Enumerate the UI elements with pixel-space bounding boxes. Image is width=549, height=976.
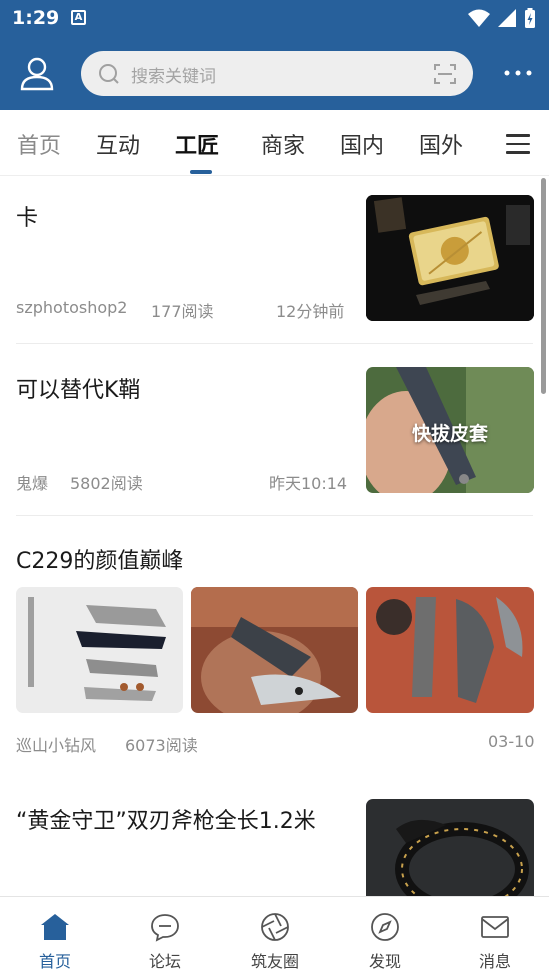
- post-time: 12分钟前: [276, 302, 345, 321]
- search-input[interactable]: 搜索关键词: [81, 51, 473, 96]
- compass-icon: [371, 913, 399, 941]
- nav-messages[interactable]: 消息: [440, 897, 549, 976]
- post-author[interactable]: 巡山小钻风: [16, 732, 96, 756]
- tab-craftsman[interactable]: 工匠: [175, 128, 219, 160]
- tab-interaction[interactable]: 互动: [96, 128, 140, 160]
- more-dots-icon: [504, 70, 532, 76]
- nav-forum[interactable]: 论坛: [110, 897, 220, 976]
- tabs-menu-button[interactable]: [506, 134, 530, 154]
- post-feed[interactable]: 卡 szphotoshop2 177阅读 12分钟前 可以替代K鞘 鬼爆 580…: [0, 176, 549, 896]
- post-title[interactable]: C229的颜值巅峰: [16, 543, 183, 575]
- post-thumbnail[interactable]: 快拔皮套: [366, 367, 534, 493]
- post-gallery-image[interactable]: [191, 587, 358, 713]
- category-tabs: 首页 互动 工匠 商家 国内 国外: [0, 110, 549, 176]
- post-time: 03-10: [488, 732, 535, 751]
- wifi-icon: [467, 9, 490, 27]
- post-reads: 5802阅读: [70, 474, 143, 493]
- post-divider: [16, 343, 533, 344]
- chat-bubble-icon: [151, 914, 179, 942]
- status-time: 1:29: [12, 7, 60, 29]
- notification-icon: A: [71, 10, 86, 25]
- feed-scrollbar[interactable]: [541, 178, 546, 394]
- camera-aperture-icon: [261, 913, 289, 941]
- tab-home[interactable]: 首页: [17, 128, 61, 160]
- app-header: 1:29 A 搜索关键词: [0, 0, 549, 110]
- nav-label: 消息: [478, 952, 511, 971]
- post-gallery-image[interactable]: [366, 587, 534, 713]
- post-gallery-image[interactable]: [16, 587, 183, 713]
- nav-circle[interactable]: 筑友圈: [220, 897, 330, 976]
- signal-icon: [497, 9, 516, 27]
- search-placeholder: 搜索关键词: [131, 67, 216, 87]
- active-tab-indicator: [190, 170, 212, 174]
- more-options-button[interactable]: [500, 62, 536, 84]
- status-icons: [467, 7, 537, 29]
- post-thumbnail[interactable]: [366, 799, 534, 896]
- user-icon: [20, 57, 54, 91]
- tab-merchants[interactable]: 商家: [261, 128, 305, 160]
- nav-home[interactable]: 首页: [0, 897, 110, 976]
- thumbnail-caption: 快拔皮套: [411, 423, 488, 445]
- nav-label: 首页: [38, 952, 71, 971]
- post-divider: [16, 515, 533, 516]
- post-time: 昨天10:14: [269, 474, 348, 493]
- scan-icon: [434, 64, 456, 84]
- envelope-icon: [481, 916, 509, 938]
- nav-discover[interactable]: 发现: [330, 897, 440, 976]
- bottom-navigation: 首页 论坛 筑友圈 发现 消息: [0, 896, 549, 976]
- post-title[interactable]: 可以替代K鞘: [16, 372, 140, 404]
- post-thumbnail[interactable]: [366, 195, 534, 321]
- post-reads: 6073阅读: [125, 736, 198, 755]
- post-author[interactable]: 鬼爆: [16, 470, 48, 494]
- post-title[interactable]: “黄金守卫”双刃斧枪全长1.2米: [16, 803, 316, 835]
- status-bar: 1:29 A: [0, 0, 549, 38]
- profile-button[interactable]: [17, 54, 57, 94]
- nav-label: 发现: [368, 952, 401, 971]
- post-reads: 177阅读: [151, 302, 214, 321]
- tab-overseas[interactable]: 国外: [419, 128, 463, 160]
- search-icon: [99, 64, 119, 84]
- nav-label: 筑友圈: [250, 952, 299, 971]
- post-author[interactable]: szphotoshop2: [16, 298, 127, 317]
- nav-label: 论坛: [148, 952, 181, 971]
- tab-domestic[interactable]: 国内: [340, 128, 384, 160]
- battery-icon: [525, 8, 535, 28]
- home-icon: [41, 914, 69, 940]
- post-title[interactable]: 卡: [16, 200, 38, 232]
